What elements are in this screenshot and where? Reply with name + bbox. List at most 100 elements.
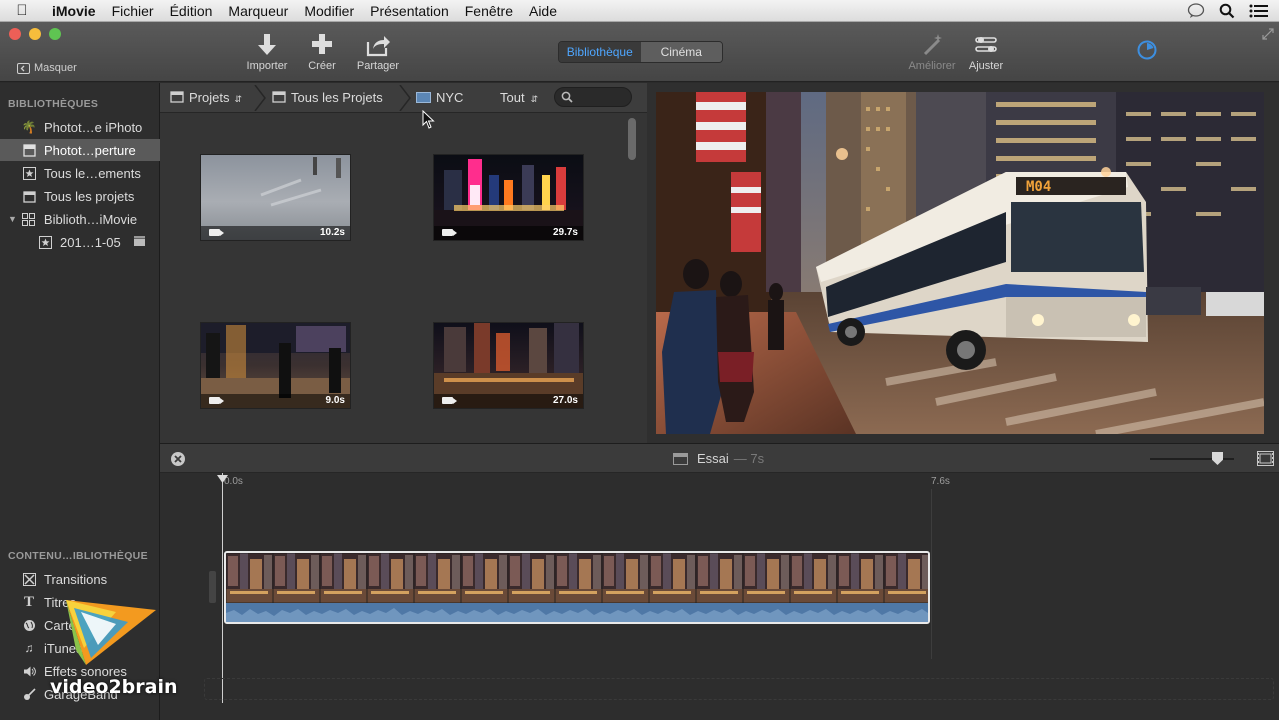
window-zoom-button[interactable] [49,28,61,40]
content-library-heading: CONTENU…IBLIOTHÈQUE [8,550,148,562]
timeline-area: 0.0s 7.6s [160,473,1279,720]
hide-sidebar-button[interactable]: Masquer [17,62,77,74]
clip-duration: 10.2s [319,227,345,238]
mouse-cursor-icon [422,110,435,129]
project-thumbnail-icon [416,92,431,103]
search-icon [561,91,573,103]
sidebar-item-label: Transitions [44,571,108,587]
media-browser: Projets ⇵ Tous les Projets NYC Tout ⇵ 10.2… [160,83,647,443]
title-icon: T [23,593,34,610]
sidebar-item-aperture[interactable]: Photot…perture [0,139,160,161]
menu-modifier[interactable]: Modifier [296,3,362,19]
filmstrip-settings-icon[interactable] [1257,451,1274,466]
audio-drop-zone[interactable] [204,678,1274,700]
guitar-icon [22,687,36,701]
updown-chevron-icon: ⇵ [234,94,243,104]
sidebar-item-label: 201…1-05 [60,234,121,250]
sidebar-item-all-projects[interactable]: Tous les projets [0,185,160,207]
star-icon [22,166,36,180]
menu-marqueur[interactable]: Marqueur [220,3,296,19]
video2brain-logo-icon [66,600,156,665]
adjust-label: Ajuster [968,60,1004,72]
clip-duration: 27.0s [552,395,578,406]
clip-thumbnail[interactable]: 29.7s [433,154,584,241]
adjust-button[interactable]: Ajuster [951,32,1021,72]
sidebar-item-label: Tous les projets [44,188,135,204]
crumb-projects[interactable]: Projets ⇵ [170,90,242,105]
crumb-all-projects[interactable]: Tous les Projets [272,90,383,105]
sidebar-item-iphoto[interactable]: 🌴 Photot…e iPhoto [0,116,160,138]
sidebar-item-label: Tous le…ements [44,165,141,181]
activity-progress-icon[interactable] [1136,39,1158,61]
clip-duration: 29.7s [552,227,578,238]
clapperboard-icon [133,235,146,250]
crumb-projects-label: Projets [189,90,230,105]
library-tab[interactable]: Bibliothèque [559,42,641,62]
projects-icon [272,91,286,103]
search-field[interactable] [554,87,632,107]
enhance-label: Améliorer [908,60,956,72]
timeline-clip[interactable] [224,551,930,624]
menu-app[interactable]: iMovie [44,3,104,19]
grid-icon [22,212,36,226]
sidebar-item-transitions[interactable]: Transitions [0,568,160,590]
sidebar-item-all-events[interactable]: Tous le…ements [0,162,160,184]
browser-scrollbar[interactable] [628,118,636,160]
video-camera-icon [209,397,224,404]
svg-text:M04: M04 [1026,179,1051,195]
sidebar-item-imovie-library[interactable]: ▼ Biblioth…iMovie [0,208,160,230]
share-button[interactable]: Partager [343,32,413,72]
updown-chevron-icon: ⇵ [530,94,539,104]
playhead-handle-icon[interactable] [217,475,228,484]
hide-sidebar-icon [17,62,30,74]
crumb-nyc-label: NYC [436,90,464,105]
download-arrow-icon [258,34,276,55]
menu-aide[interactable]: Aide [521,3,565,19]
close-project-icon[interactable] [170,451,186,467]
project-title: Essai — 7s [673,451,764,466]
menu-fichier[interactable]: Fichier [104,3,162,19]
music-icon: ♫ [24,641,34,655]
zoom-slider-knob[interactable] [1212,452,1223,465]
libraries-heading: BIBLIOTHÈQUES [8,98,99,110]
window-minimize-button[interactable] [29,28,41,40]
project-duration: — 7s [733,451,765,466]
playhead[interactable] [222,473,223,703]
import-label: Importer [246,60,288,72]
crumb-nyc[interactable]: NYC [416,90,463,105]
clip-thumbnail[interactable]: 10.2s [200,154,351,241]
sliders-icon [975,37,997,52]
breadcrumb-separator [254,85,266,111]
video-camera-icon [442,397,457,404]
video-preview[interactable]: M04 [656,92,1264,434]
crumb-all-projects-label: Tous les Projets [291,90,383,105]
projects-icon [170,91,184,103]
video2brain-watermark: video2brain [46,590,178,700]
share-icon [366,36,390,57]
menu-edition[interactable]: Édition [162,3,221,19]
sidebar-item-event-2011[interactable]: 201…1-05 [0,231,160,253]
transitions-icon [22,572,36,586]
notification-center-list-icon[interactable] [1249,3,1269,19]
viewer-panel: M04 [647,83,1279,443]
globe-icon [22,618,36,632]
apple-menu-icon[interactable]:  [0,2,44,19]
video-camera-icon [442,229,457,236]
menu-presentation[interactable]: Présentation [362,3,457,19]
clip-thumbnail[interactable]: 9.0s [200,322,351,409]
fullscreen-icon[interactable] [1262,28,1274,40]
clip-drag-handle[interactable] [209,571,216,603]
spotlight-search-icon[interactable] [1219,3,1235,19]
magic-wand-icon [923,34,942,56]
video-camera-icon [209,229,224,236]
window-close-button[interactable] [9,28,21,40]
disclosure-triangle-icon[interactable]: ▼ [8,214,17,224]
sidebar-item-label: Biblioth…iMovie [43,211,138,227]
filter-label: Tout [500,90,525,105]
filter-popup[interactable]: Tout ⇵ [500,90,538,105]
clip-thumbnail[interactable]: 27.0s [433,322,584,409]
view-segmented-control: Bibliothèque Cinéma [558,41,723,63]
notifications-bubble-icon[interactable] [1187,3,1205,19]
cinema-tab[interactable]: Cinéma [640,42,722,62]
menu-fenetre[interactable]: Fenêtre [457,3,521,19]
